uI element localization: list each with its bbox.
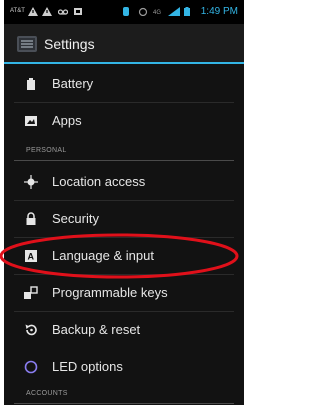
screenshot-icon	[74, 8, 82, 15]
warning-icon	[42, 7, 52, 16]
section-header-personal: PERSONAL	[4, 143, 244, 161]
alarm-icon	[138, 7, 148, 16]
settings-item-label: Security	[52, 211, 99, 226]
battery-icon	[184, 7, 190, 16]
settings-item-label: Backup & reset	[52, 322, 141, 337]
led-icon	[24, 360, 38, 374]
language-icon: A	[25, 250, 37, 262]
divider	[14, 160, 234, 161]
settings-item-label: Battery	[52, 76, 94, 91]
apps-icon	[25, 116, 37, 126]
settings-item-location-access[interactable]: Location access	[4, 164, 244, 201]
programmable-keys-icon	[24, 286, 38, 299]
settings-item-language-input[interactable]: A Language & input	[4, 238, 244, 275]
settings-item-label: Location access	[52, 174, 146, 189]
settings-item-security[interactable]: Security	[4, 201, 244, 238]
settings-item-apps[interactable]: Apps	[4, 103, 244, 140]
settings-item-label: Apps	[52, 113, 82, 128]
lock-icon	[26, 212, 36, 225]
sync-icon: 4G	[153, 10, 161, 16]
section-header-label: PERSONAL	[26, 147, 67, 154]
settings-item-label: Programmable keys	[52, 285, 168, 300]
svg-text:4G: 4G	[153, 10, 161, 16]
battery-icon	[27, 78, 35, 90]
settings-item-programmable-keys[interactable]: Programmable keys	[4, 275, 244, 312]
backup-icon	[25, 324, 37, 336]
bluetooth-icon	[123, 7, 129, 16]
settings-screen: AT&T 4G 1:49 PM Settings Battery Apps PE…	[4, 0, 244, 405]
divider	[14, 403, 234, 404]
warning-icon	[28, 7, 38, 16]
settings-item-battery[interactable]: Battery	[4, 66, 244, 103]
settings-item-backup-reset[interactable]: Backup & reset	[4, 312, 244, 349]
location-icon	[24, 175, 38, 189]
svg-text:A: A	[28, 252, 35, 262]
carrier-label: AT&T	[10, 8, 25, 14]
status-bar: AT&T 4G 1:49 PM	[4, 0, 244, 24]
section-header-label: ACCOUNTS	[26, 390, 68, 397]
clock: 1:49 PM	[200, 6, 238, 17]
settings-item-led-options[interactable]: LED options	[4, 349, 244, 386]
settings-app-icon[interactable]	[16, 33, 38, 55]
settings-item-label: LED options	[52, 359, 123, 374]
action-bar: Settings	[4, 24, 244, 64]
signal-icon	[168, 7, 180, 16]
settings-item-label: Language & input	[52, 248, 154, 263]
voicemail-icon	[58, 9, 68, 15]
section-header-accounts: ACCOUNTS	[4, 386, 244, 404]
page-title: Settings	[44, 36, 95, 52]
